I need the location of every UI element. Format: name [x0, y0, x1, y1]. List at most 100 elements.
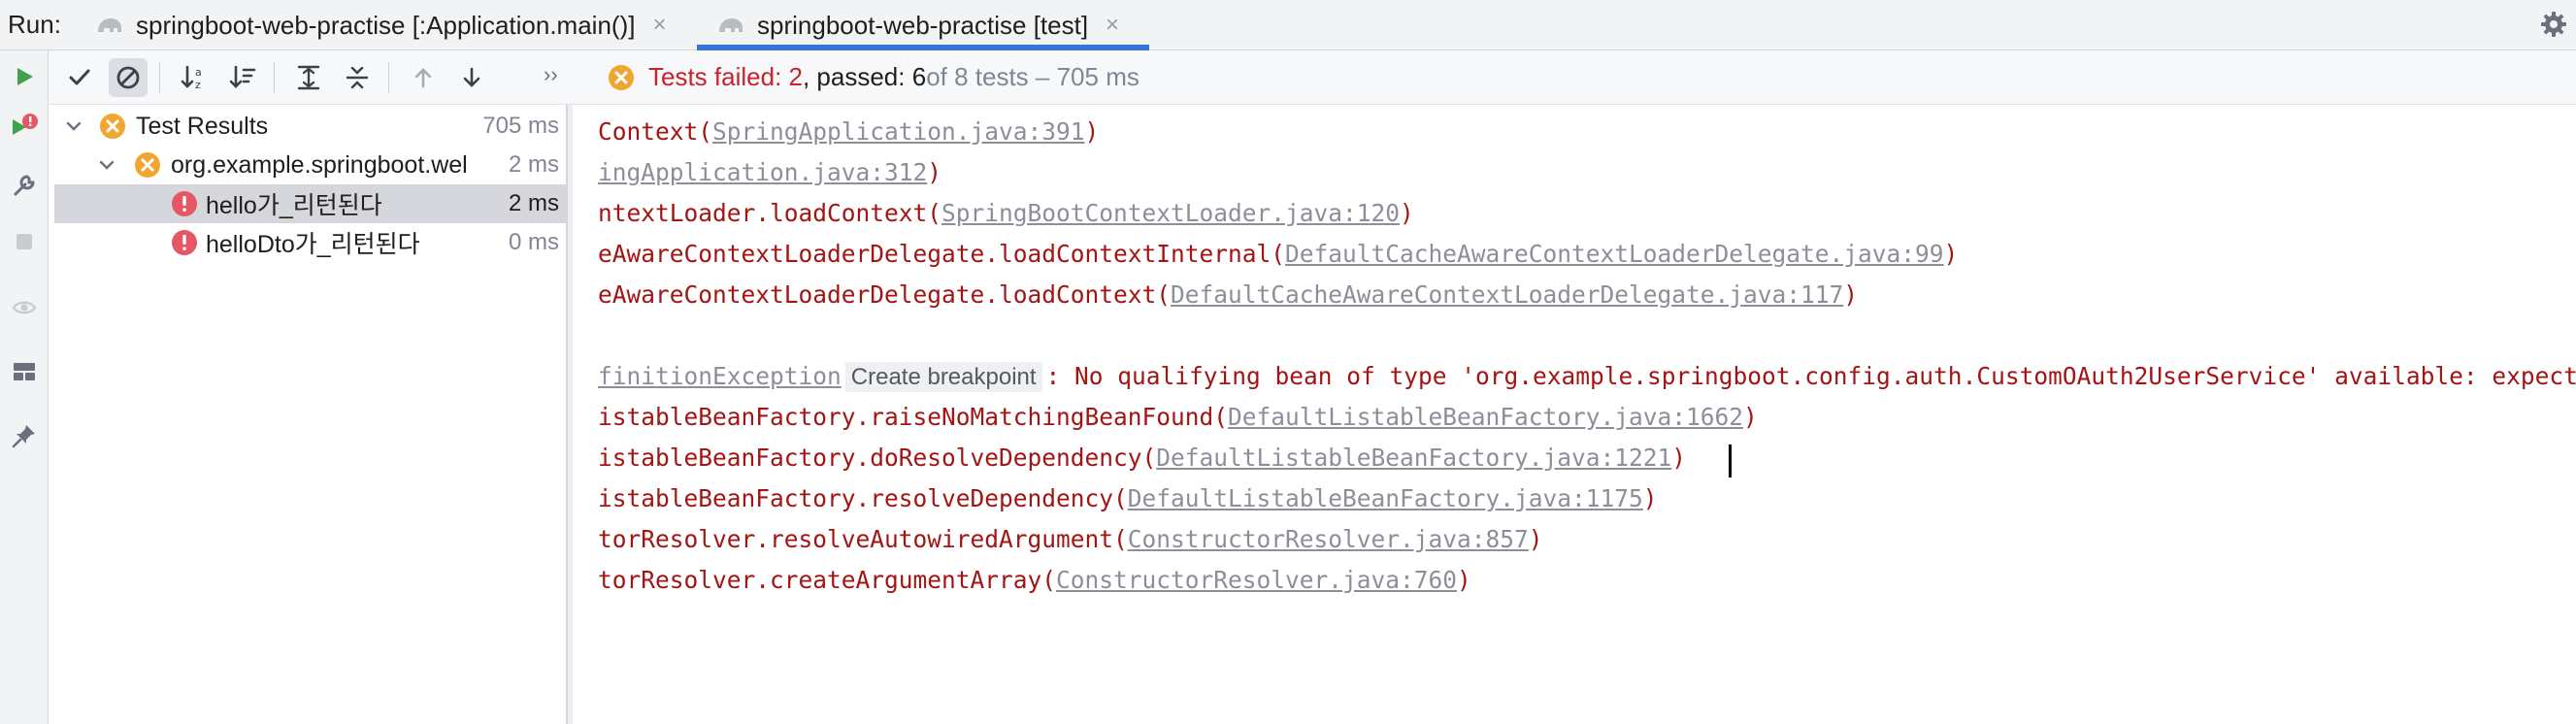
stack-trace-line: eAwareContextLoaderDelegate.loadContextI… — [598, 235, 1958, 274]
tree-row-test-results[interactable]: Test Results 705 ms — [54, 107, 567, 146]
stack-frame-text: torResolver.resolveAutowiredArgument( — [598, 525, 1128, 553]
wrench-icon — [14, 175, 35, 196]
collapse-all-icon — [346, 66, 369, 89]
chevron-down-icon[interactable] — [97, 155, 116, 175]
arrow-down-icon — [463, 67, 480, 87]
stack-frame-text: ) — [1084, 117, 1100, 146]
show-ignored-button[interactable] — [109, 58, 148, 97]
tree-row-test-method[interactable]: hello가_리턴된다 2 ms — [54, 184, 567, 223]
play-icon — [17, 68, 33, 85]
source-link[interactable]: SpringBootContextLoader.java:120 — [941, 199, 1400, 227]
tree-row-label: Test Results — [136, 112, 269, 140]
close-icon[interactable]: × — [652, 12, 666, 39]
tree-row-duration: 705 ms — [482, 113, 559, 139]
exception-class-link[interactable]: finitionException — [598, 362, 842, 390]
stop-button[interactable] — [8, 225, 41, 258]
stack-frame-text: ) — [1843, 280, 1859, 309]
gradle-elephant-icon — [98, 18, 121, 32]
expand-all-icon — [297, 65, 320, 90]
tests-passed-count: , passed: 6 — [802, 62, 927, 91]
pin-button[interactable] — [8, 419, 41, 452]
tree-row-duration: 2 ms — [508, 151, 559, 178]
source-link[interactable]: ConstructorResolver.java:760 — [1056, 566, 1457, 594]
stack-trace-line: ingApplication.java:312) — [598, 153, 941, 192]
stack-trace-line: torResolver.resolveAutowiredArgument(Con… — [598, 520, 1543, 559]
tests-total-duration: of 8 tests – 705 ms — [926, 62, 1139, 91]
source-link[interactable]: DefaultCacheAwareContextLoaderDelegate.j… — [1171, 280, 1843, 309]
exception-line: finitionException Create breakpoint: No q… — [598, 357, 2576, 396]
more-actions-chevron-icon[interactable]: ›› — [544, 62, 558, 87]
stack-trace-line: Context(SpringApplication.java:391) — [598, 113, 1099, 151]
stack-frame-text: istableBeanFactory.raiseNoMatchingBeanFo… — [598, 403, 1229, 431]
source-link[interactable]: DefaultListableBeanFactory.java:1662 — [1228, 403, 1743, 431]
tree-row-duration: 0 ms — [508, 229, 559, 255]
circle-slash-icon — [116, 66, 140, 89]
stack-trace-line: istableBeanFactory.raiseNoMatchingBeanFo… — [598, 398, 1758, 437]
next-failed-test-button[interactable] — [452, 58, 491, 97]
stack-frame-text: ) — [1943, 240, 1959, 268]
stack-frame-text: ) — [1457, 566, 1471, 594]
source-link[interactable]: SpringApplication.java:391 — [712, 117, 1085, 146]
close-icon[interactable]: × — [1106, 12, 1119, 39]
tab-label: springboot-web-practise [:Application.ma… — [136, 10, 636, 40]
toolbar-separator — [159, 62, 160, 93]
stack-frame-text: ) — [1642, 484, 1658, 512]
source-link[interactable]: ConstructorResolver.java:857 — [1128, 525, 1529, 553]
sort-duration-icon — [229, 65, 256, 88]
stack-frame-text: istableBeanFactory.resolveDependency( — [598, 484, 1128, 512]
source-link[interactable]: ingApplication.java:312 — [598, 158, 927, 186]
gradle-elephant-icon — [719, 18, 743, 32]
create-breakpoint-button[interactable]: Create breakpoint — [844, 362, 1042, 392]
previous-failed-test-button[interactable] — [404, 58, 443, 97]
arrow-up-icon — [414, 68, 432, 88]
show-passed-button[interactable] — [60, 58, 99, 97]
stack-trace-line: ntextLoader.loadContext(SpringBootContex… — [598, 194, 1414, 233]
failed-status-icon — [609, 64, 634, 90]
failed-status-icon — [100, 114, 125, 139]
error-status-icon — [172, 230, 197, 255]
sort-alphabetically-button[interactable]: a z — [175, 58, 214, 97]
test-results-tree: Test Results 705 ms org.example.springbo… — [54, 105, 567, 724]
tree-row-label: org.example.springboot.wel — [171, 150, 468, 179]
stack-frame-text: ntextLoader.loadContext( — [598, 199, 942, 227]
svg-text:a: a — [195, 66, 202, 79]
tree-row-label: hello가_리턴된다 — [206, 192, 382, 219]
stack-frame-text: Context( — [598, 117, 713, 146]
rerun-failed-button[interactable] — [8, 111, 41, 144]
layout-icon — [14, 363, 35, 380]
stack-frame-text: ) — [1400, 199, 1414, 227]
stack-frame-text: torResolver.createArgumentArray( — [598, 566, 1057, 594]
tab-test[interactable]: springboot-web-practise [test] × — [716, 0, 1119, 50]
exception-message: : No qualifying bean of type 'org.exampl… — [1045, 362, 2576, 390]
layout-button[interactable] — [8, 355, 41, 388]
sort-by-duration-button[interactable] — [223, 58, 262, 97]
console-output[interactable]: Context(SpringApplication.java:391) ingA… — [573, 105, 2576, 724]
collapse-all-button[interactable] — [338, 58, 377, 97]
stack-trace-line: istableBeanFactory.resolveDependency(Def… — [598, 479, 1658, 518]
stack-frame-text: eAwareContextLoaderDelegate.loadContextI… — [598, 240, 1286, 268]
source-link[interactable]: DefaultListableBeanFactory.java:1221 — [1156, 444, 1671, 472]
tree-row-label: helloDto가_리턴된다 — [206, 231, 420, 258]
source-link[interactable]: DefaultListableBeanFactory.java:1175 — [1128, 484, 1643, 512]
tab-application-main[interactable]: springboot-web-practise [:Application.ma… — [95, 0, 666, 50]
gear-icon[interactable] — [2539, 10, 2568, 39]
source-link[interactable]: DefaultCacheAwareContextLoaderDelegate.j… — [1285, 240, 1944, 268]
stack-frame-text: eAwareContextLoaderDelegate.loadContext( — [598, 280, 1172, 309]
text-caret — [1729, 444, 1732, 477]
run-side-toolbar — [0, 50, 49, 724]
tests-failed-count: Tests failed: 2 — [648, 62, 803, 91]
stack-frame-text: ) — [1528, 525, 1543, 553]
edit-configuration-button[interactable] — [8, 169, 41, 202]
expand-all-button[interactable] — [289, 58, 328, 97]
rerun-button[interactable] — [8, 60, 41, 93]
eye-icon — [12, 301, 37, 314]
tab-label: springboot-web-practise [test] — [757, 10, 1089, 40]
tree-row-test-method[interactable]: helloDto가_리턴된다 0 ms — [54, 223, 567, 262]
tree-row-duration: 2 ms — [508, 190, 559, 216]
stack-trace-line: istableBeanFactory.doResolveDependency(D… — [598, 439, 1686, 477]
chevron-down-icon[interactable] — [64, 116, 83, 136]
show-hide-button[interactable] — [8, 291, 41, 324]
stack-frame-text: ) — [1743, 403, 1758, 431]
tree-row-test-class[interactable]: org.example.springboot.wel 2 ms — [54, 146, 567, 184]
stop-icon — [17, 234, 32, 249]
